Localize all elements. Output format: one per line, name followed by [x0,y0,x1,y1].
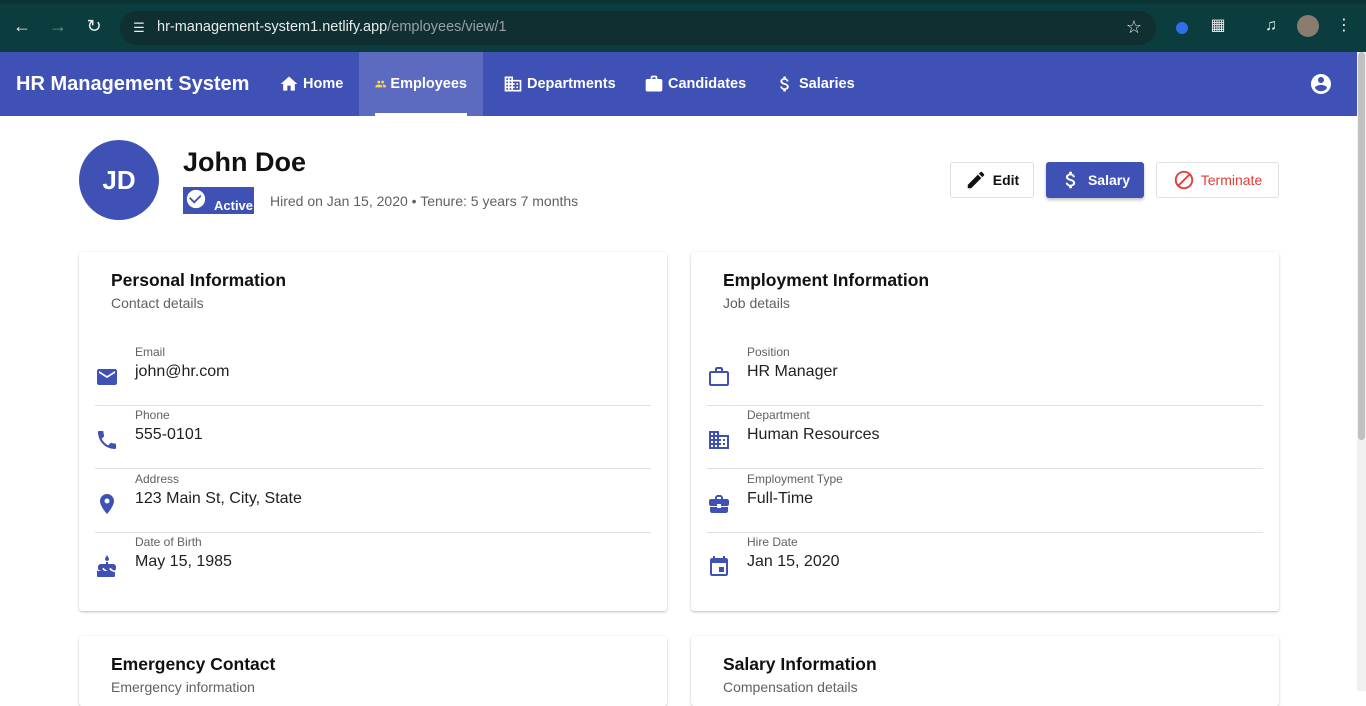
status-label: Active [214,198,254,213]
edit-button-label: Edit [992,172,1020,188]
nav-candidates[interactable]: Candidates [628,52,762,116]
email-icon [97,369,117,385]
field-value: john@hr.com [135,363,230,380]
reload-icon[interactable]: ↻ [82,14,106,38]
url-text[interactable]: hr-management-system1.netlify.app/employ… [157,19,507,35]
field-department: Department Human Resources [707,406,1263,469]
field-label: Employment Type [747,472,843,486]
personal-info-card: Personal Information Contact details Ema… [79,252,667,611]
calendar-icon [710,556,728,576]
briefcase-icon [645,75,663,92]
profile-avatar-icon[interactable] [1297,15,1319,37]
cake-icon [96,555,116,577]
field-value: 123 Main St, City, State [135,490,302,507]
field-hire-date: Hire Date Jan 15, 2020 [707,533,1263,596]
nav-departments[interactable]: Departments [487,52,632,116]
tab-strip [0,0,1366,4]
field-value: HR Manager [747,363,838,380]
field-employment-type: Employment Type Full-Time [707,470,1263,533]
field-label: Department [747,408,810,422]
employment-info-card: Employment Information Job details Posit… [691,252,1279,611]
hire-info-text: Hired on Jan 15, 2020 • Tenure: 5 years … [270,193,579,209]
building-icon [709,431,729,449]
page-scrollbar[interactable] [1357,52,1366,691]
nav-candidates-label: Candidates [668,76,747,92]
status-badge: Active [183,187,254,214]
field-label: Phone [135,408,170,422]
location-icon [100,494,114,514]
nav-employees[interactable]: Employees [359,52,483,116]
back-icon[interactable]: ← [10,14,34,38]
field-label: Position [747,345,790,359]
field-value: Full-Time [747,490,814,507]
bookmark-star-icon[interactable]: ☆ [1126,17,1142,38]
browser-menu-icon[interactable]: ⋮ [1333,15,1355,37]
nav-home[interactable]: Home [263,52,359,116]
dollar-icon [1065,171,1076,189]
card-subtitle: Contact details [111,295,204,311]
field-address: Address 123 Main St, City, State [95,470,651,533]
field-phone: Phone 555-0101 [95,406,651,469]
extensions-puzzle-icon[interactable]: ▦ [1207,15,1229,37]
field-date-of-birth: Date of Birth May 15, 1985 [95,533,651,596]
app-bar: HR Management System Home Employees Depa… [0,52,1357,116]
field-value: 555-0101 [135,426,203,443]
field-value: Human Resources [747,426,880,443]
card-subtitle: Compensation details [723,679,858,695]
emergency-contact-card: Emergency Contact Emergency information [79,636,667,706]
edit-button[interactable]: Edit [950,162,1034,198]
forward-icon[interactable]: → [46,14,70,38]
building-icon [504,76,522,92]
field-label: Email [135,345,166,359]
app-brand[interactable]: HR Management System [16,73,249,96]
employee-avatar: JD [79,140,159,220]
field-label: Hire Date [747,535,798,549]
field-value: Jan 15, 2020 [747,553,840,570]
account-circle-icon[interactable] [1309,72,1333,96]
home-icon [280,76,298,91]
people-icon [375,80,386,88]
employee-name: John Doe [183,147,307,177]
salary-button-label: Salary [1087,172,1131,188]
card-title: Salary Information [723,654,877,674]
address-bar[interactable]: ☰ hr-management-system1.netlify.app/empl… [120,11,1156,45]
browser-toolbar: ← → ↻ ☰ hr-management-system1.netlify.ap… [0,0,1366,52]
nav-salaries-label: Salaries [799,76,855,92]
work-outline-icon [709,367,729,386]
check-circle-icon [186,189,206,209]
card-title: Emergency Contact [111,654,276,674]
nav-departments-label: Departments [527,76,616,92]
field-position: Position HR Manager [707,343,1263,406]
scrollbar-thumb[interactable] [1358,52,1365,440]
field-email: Email john@hr.com [95,343,651,406]
field-label: Address [135,472,180,486]
card-subtitle: Job details [723,295,790,311]
salary-button[interactable]: Salary [1046,162,1144,198]
media-queue-icon[interactable]: ♫ [1260,15,1282,37]
card-title: Personal Information [111,270,287,290]
nav-salaries[interactable]: Salaries [759,52,871,116]
terminate-button-label: Terminate [1200,172,1263,188]
business-center-icon [709,495,729,513]
field-value: May 15, 1985 [135,553,232,570]
site-settings-icon[interactable]: ☰ [130,19,148,37]
active-tab-indicator [375,113,467,116]
salary-info-card: Salary Information Compensation details [691,636,1279,706]
pencil-icon [967,171,985,189]
field-label: Date of Birth [135,535,202,549]
dollar-icon [780,76,789,92]
nav-employees-label: Employees [390,76,467,92]
block-icon [1174,170,1193,190]
nav-home-label: Home [303,76,344,92]
terminate-button[interactable]: Terminate [1156,162,1279,198]
card-subtitle: Emergency information [111,679,255,695]
extension-dot-icon[interactable] [1176,22,1188,34]
card-title: Employment Information [723,270,930,290]
phone-icon [98,431,116,449]
